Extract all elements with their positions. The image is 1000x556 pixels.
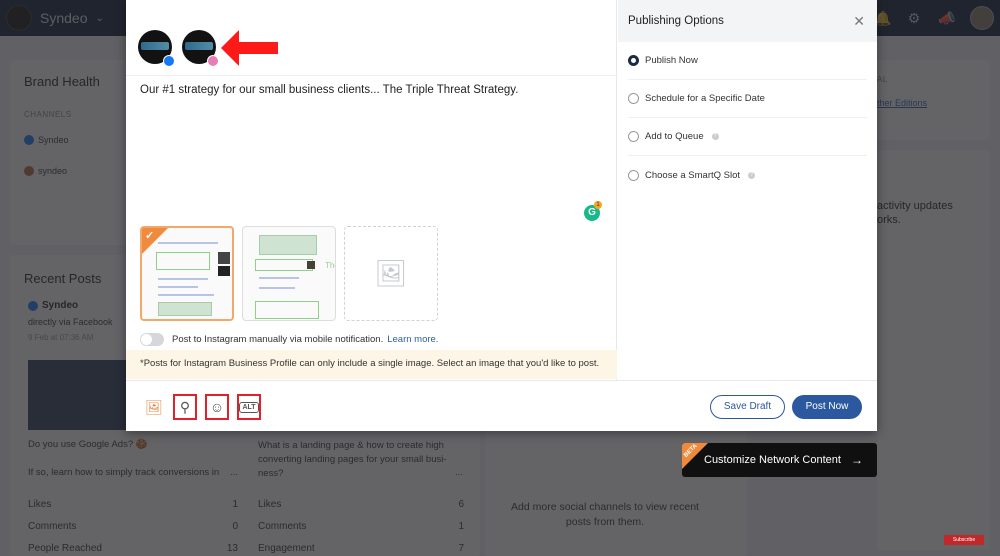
manual-post-toggle[interactable] [140, 333, 164, 346]
mock-box [255, 301, 319, 319]
mock-image [307, 261, 315, 269]
mock-box [255, 259, 313, 271]
help-icon[interactable]: ? [711, 133, 719, 140]
alt-text-icon[interactable]: ALT [237, 394, 261, 420]
publishing-title: Publishing Options [628, 15, 724, 27]
mock-box [156, 252, 210, 270]
red-arrow-annotation [221, 30, 278, 66]
radio[interactable] [628, 131, 639, 142]
mock-map [259, 235, 317, 255]
mock-image [218, 252, 230, 264]
publishing-header: Publishing Options ✕ [618, 0, 877, 42]
composer-pane: Our #1 strategy for our small business c… [126, 0, 617, 380]
modal-footer: 🖼 ⚲ ☺ ALT Save Draft Post Now [126, 380, 877, 431]
radio[interactable] [628, 169, 639, 181]
customize-network-button[interactable]: BETA Customize Network Content → [682, 443, 877, 477]
publishing-options-pane: Publishing Options ✕ Publish Now Schedul… [618, 0, 877, 380]
help-icon[interactable]: ? [748, 171, 756, 179]
mock-line [158, 278, 208, 280]
app-root: Syndeo ⌄ ☰ 🔔 ⚙ 📣 Brand Health CHANNELS S… [0, 0, 1000, 556]
image-search-icon[interactable]: ⚲ [173, 394, 197, 420]
mock-line [158, 286, 198, 288]
radio-selected[interactable] [628, 55, 639, 66]
mock-line [259, 287, 295, 289]
post-text-input[interactable]: Our #1 strategy for our small business c… [140, 84, 518, 96]
divider [126, 75, 617, 76]
arrow-right-icon: → [850, 453, 863, 467]
facebook-icon [163, 55, 175, 67]
save-draft-button[interactable]: Save Draft [710, 395, 785, 419]
instagram-manual-row: Post to Instagram manually via mobile no… [140, 333, 438, 346]
check-icon: ✓ [145, 230, 155, 242]
post-now-button[interactable]: Post Now [792, 395, 862, 419]
radio[interactable] [628, 93, 639, 104]
option-add-to-queue[interactable]: Add to Queue ? [628, 118, 867, 156]
media-library-icon[interactable]: 🖼 [142, 394, 166, 420]
grammarly-badge: 1 [594, 201, 602, 209]
option-label: Publish Now [645, 55, 698, 66]
manual-post-label: Post to Instagram manually via mobile no… [172, 334, 384, 345]
youtube-subscribe-button[interactable]: Subscribe [944, 535, 984, 545]
logo-stripe [185, 42, 213, 50]
close-icon[interactable]: ✕ [853, 13, 865, 30]
media-thumbnails: ✓ The 🖼 [140, 226, 438, 321]
option-label: Choose a SmartQ Slot [645, 169, 741, 181]
mock-line [259, 277, 299, 279]
media-thumbnail-selected[interactable]: ✓ [140, 226, 234, 321]
selected-accounts [138, 30, 219, 67]
option-smartq-slot[interactable]: Choose a SmartQ Slot ? [628, 156, 867, 194]
option-label: Add to Queue [645, 131, 704, 142]
account-avatar-facebook[interactable] [138, 30, 175, 67]
option-label: Schedule for a Specific Date [645, 93, 765, 104]
logo-stripe [141, 42, 169, 50]
thumbnail-overlay-text: The [325, 261, 335, 270]
instagram-notice: *Posts for Instagram Business Profile ca… [126, 350, 617, 379]
add-media-button[interactable]: 🖼 [344, 226, 438, 321]
mock-map [158, 302, 212, 316]
compose-modal: Our #1 strategy for our small business c… [126, 0, 877, 431]
emoji-icon[interactable]: ☺ [205, 394, 229, 420]
alt-glyph: ALT [239, 401, 259, 413]
mock-line [158, 294, 214, 296]
add-image-icon: 🖼 [374, 258, 408, 288]
option-schedule[interactable]: Schedule for a Specific Date [628, 80, 867, 118]
mock-image [218, 266, 230, 276]
option-publish-now[interactable]: Publish Now [628, 42, 867, 80]
learn-more-link[interactable]: Learn more. [387, 334, 438, 345]
instagram-icon [207, 55, 219, 67]
customize-network-label: Customize Network Content [704, 454, 841, 466]
media-thumbnail[interactable]: The [242, 226, 336, 321]
account-avatar-instagram[interactable] [182, 30, 219, 67]
